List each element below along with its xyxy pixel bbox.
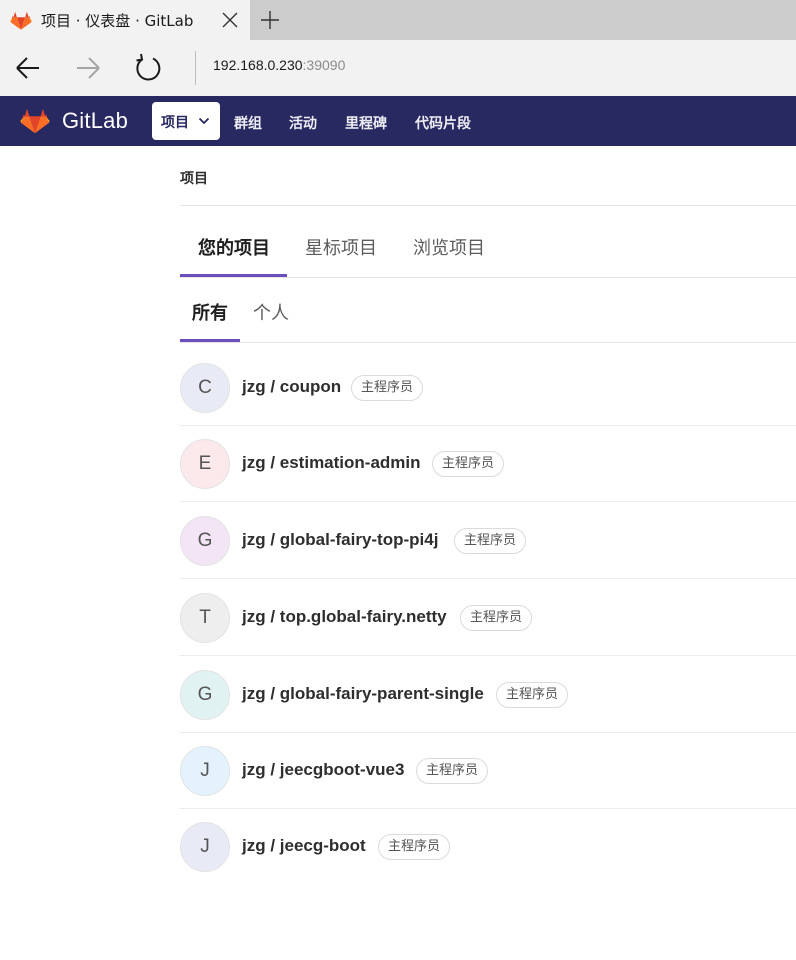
project-avatar[interactable]: J xyxy=(180,822,230,872)
divider xyxy=(180,205,796,206)
gitlab-logo-icon[interactable] xyxy=(20,106,50,134)
project-name[interactable]: jzg / global-fairy-parent-single xyxy=(242,684,484,704)
tab-personal[interactable]: 个人 xyxy=(253,299,289,325)
plus-icon[interactable] xyxy=(258,8,282,32)
nav-link-activity[interactable]: 活动 xyxy=(289,113,317,133)
gitlab-navbar: GitLab 项目 群组 活动 里程碑 代码片段 xyxy=(0,96,796,146)
project-row[interactable]: C jzg / coupon 主程序员 xyxy=(180,350,796,426)
nav-link-groups[interactable]: 群组 xyxy=(234,113,262,133)
role-badge: 主程序员 xyxy=(378,834,451,860)
nav-link-milestones[interactable]: 里程碑 xyxy=(345,113,387,133)
role-badge: 主程序员 xyxy=(416,758,489,784)
nav-link-snippets[interactable]: 代码片段 xyxy=(415,113,471,133)
role-badge: 主程序员 xyxy=(460,605,533,631)
project-name[interactable]: jzg / estimation-admin xyxy=(242,453,421,473)
address-divider xyxy=(195,51,196,85)
project-name[interactable]: jzg / coupon xyxy=(242,377,341,397)
tab-all[interactable]: 所有 xyxy=(192,299,228,325)
refresh-icon[interactable] xyxy=(132,52,164,84)
project-row[interactable]: G jzg / global-fairy-parent-single 主程序员 xyxy=(180,657,796,733)
project-name[interactable]: jzg / global-fairy-top-pi4j xyxy=(242,530,438,550)
role-badge: 主程序员 xyxy=(432,451,505,477)
nav-projects-dropdown[interactable]: 项目 xyxy=(152,102,220,140)
project-avatar[interactable]: G xyxy=(180,516,230,566)
project-row[interactable]: E jzg / estimation-admin 主程序员 xyxy=(180,426,796,502)
project-avatar[interactable]: E xyxy=(180,439,230,489)
project-row[interactable]: J jzg / jeecg-boot 主程序员 xyxy=(180,809,796,885)
browser-tab-strip: 项目 · 仪表盘 · GitLab xyxy=(0,0,796,40)
forward-arrow-icon[interactable] xyxy=(72,52,104,84)
gitlab-favicon-icon xyxy=(10,11,32,30)
tab-starred-projects[interactable]: 星标项目 xyxy=(305,234,377,260)
browser-address-bar: 192.168.0.230:39090 xyxy=(0,40,796,96)
divider xyxy=(180,277,796,278)
nav-projects-label: 项目 xyxy=(161,115,189,131)
tab-explore-projects[interactable]: 浏览项目 xyxy=(413,234,485,260)
project-row[interactable]: G jzg / global-fairy-top-pi4j 主程序员 xyxy=(180,503,796,579)
browser-tab[interactable]: 项目 · 仪表盘 · GitLab xyxy=(0,0,250,40)
back-arrow-icon[interactable] xyxy=(12,52,44,84)
tab-your-projects[interactable]: 您的项目 xyxy=(198,234,270,260)
chevron-down-icon xyxy=(198,117,210,125)
role-badge: 主程序员 xyxy=(351,375,424,401)
project-avatar[interactable]: J xyxy=(180,746,230,796)
gitlab-brand[interactable]: GitLab xyxy=(62,108,128,134)
role-badge: 主程序员 xyxy=(454,528,527,554)
breadcrumb[interactable]: 项目 xyxy=(180,168,208,188)
url-port: :39090 xyxy=(302,57,346,73)
project-row[interactable]: J jzg / jeecgboot-vue3 主程序员 xyxy=(180,733,796,809)
url-host: 192.168.0.230 xyxy=(213,57,303,73)
divider xyxy=(180,342,796,343)
project-avatar[interactable]: G xyxy=(180,670,230,720)
role-badge: 主程序员 xyxy=(496,682,569,708)
project-name[interactable]: jzg / top.global-fairy.netty xyxy=(242,607,447,627)
project-avatar[interactable]: C xyxy=(180,363,230,413)
project-avatar[interactable]: T xyxy=(180,593,230,643)
project-name[interactable]: jzg / jeecg-boot xyxy=(242,836,366,856)
url-field[interactable]: 192.168.0.230:39090 xyxy=(213,57,345,73)
close-icon[interactable] xyxy=(220,10,240,30)
browser-tab-title: 项目 · 仪表盘 · GitLab xyxy=(41,12,194,30)
project-row[interactable]: T jzg / top.global-fairy.netty 主程序员 xyxy=(180,580,796,656)
project-name[interactable]: jzg / jeecgboot-vue3 xyxy=(242,760,404,780)
